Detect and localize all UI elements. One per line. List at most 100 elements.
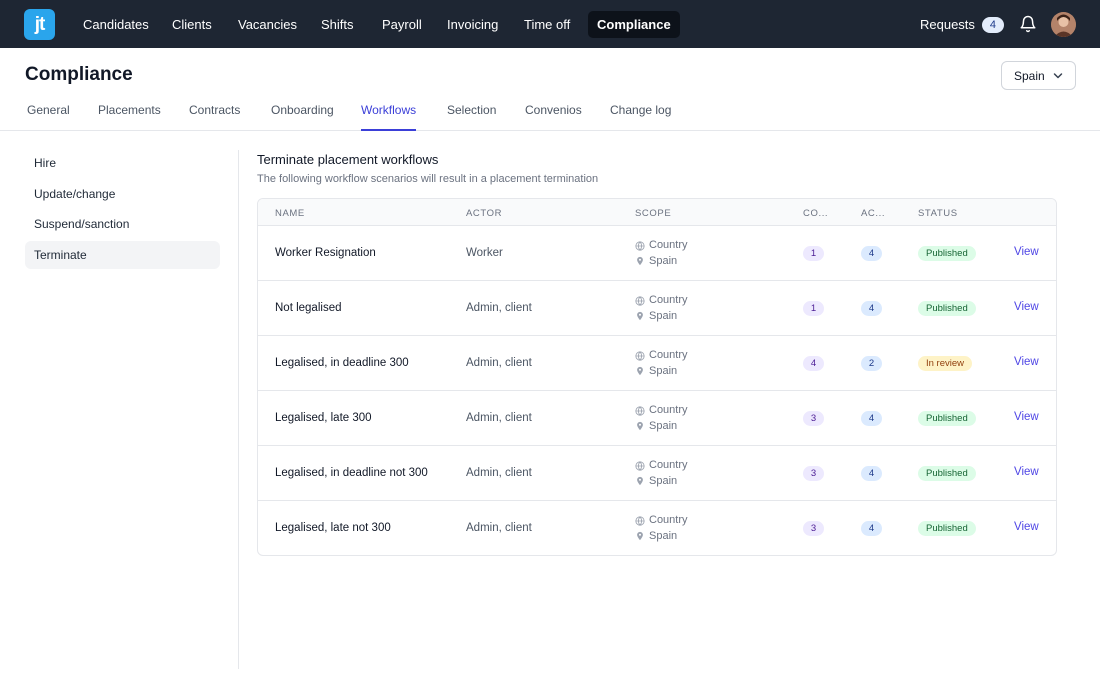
workflow-name: Legalised, late 300 [275, 412, 372, 424]
sidebar-item-terminate[interactable]: Terminate [25, 241, 220, 269]
table-row: Not legalised Admin, client Country Spain 1 4… [258, 281, 1056, 336]
co-count-badge: 1 [803, 301, 824, 316]
globe-icon [635, 461, 645, 471]
scope-location: Spain [649, 254, 678, 267]
workflow-actor: Admin, client [466, 357, 532, 369]
ac-count-badge: 2 [861, 356, 882, 371]
sidebar-item-suspend-sanction[interactable]: Suspend/sanction [25, 210, 220, 238]
scope-location: Spain [649, 474, 678, 487]
workflow-scope: Country Spain [635, 238, 688, 269]
scope-type: Country [649, 404, 688, 416]
workflow-actor: Admin, client [466, 412, 532, 424]
table-row: Legalised, in deadline not 300 Admin, cli… [258, 446, 1056, 501]
co-count-badge: 3 [803, 521, 824, 536]
scope-type: Country [649, 349, 688, 361]
tab-onboarding[interactable]: Onboarding [271, 103, 334, 131]
nav-item-time-off[interactable]: Time off [515, 11, 579, 38]
page-title: Compliance [25, 64, 133, 85]
table-row: Worker Resignation Worker Country Spain 1 4 Pu… [258, 226, 1056, 281]
tab-convenios[interactable]: Convenios [525, 103, 582, 131]
tab-placements[interactable]: Placements [98, 103, 161, 131]
ac-count-badge: 4 [861, 301, 882, 316]
ac-count-badge: 4 [861, 521, 882, 536]
column-header-name: Name [275, 208, 305, 219]
workflow-name: Worker Resignation [275, 247, 376, 259]
co-count-badge: 3 [803, 411, 824, 426]
view-link[interactable]: View [1014, 356, 1039, 368]
location-pin-icon [637, 257, 643, 266]
status-badge: Published [918, 521, 976, 536]
bell-icon[interactable] [1019, 15, 1037, 33]
nav-item-shifts[interactable]: Shifts [312, 11, 363, 38]
top-navigation: jt Candidates Clients Vacancies Shifts P… [0, 0, 1100, 48]
nav-item-compliance[interactable]: Compliance [588, 11, 680, 38]
scope-location: Spain [649, 364, 678, 377]
nav-item-vacancies[interactable]: Vacancies [229, 11, 306, 38]
view-link[interactable]: View [1014, 521, 1039, 533]
country-select-value: Spain [1014, 68, 1045, 83]
globe-icon [635, 351, 645, 361]
column-header-scope: Scope [635, 208, 672, 219]
workflow-scope: Country Spain [635, 513, 688, 544]
ac-count-badge: 4 [861, 411, 882, 426]
scope-location: Spain [649, 419, 678, 432]
globe-icon [635, 406, 645, 416]
workflow-actor: Admin, client [466, 302, 532, 314]
column-header-actor: Actor [466, 208, 503, 219]
globe-icon [635, 516, 645, 526]
ac-count-badge: 4 [861, 466, 882, 481]
section-title: Terminate placement workflows [257, 152, 439, 167]
scope-location: Spain [649, 309, 678, 322]
section-description: The following workflow scenarios will re… [257, 173, 599, 185]
status-badge: Published [918, 466, 976, 481]
table-row: Legalised, late not 300 Admin, client Coun… [258, 501, 1056, 555]
workflow-name: Legalised, in deadline not 300 [275, 467, 428, 479]
sidebar-item-hire[interactable]: Hire [25, 149, 220, 177]
view-link[interactable]: View [1014, 301, 1039, 313]
workflow-scope: Country Spain [635, 348, 688, 379]
view-link[interactable]: View [1014, 466, 1039, 478]
location-pin-icon [637, 312, 643, 321]
co-count-badge: 3 [803, 466, 824, 481]
workflow-scope: Country Spain [635, 458, 688, 489]
nav-item-candidates[interactable]: Candidates [74, 11, 158, 38]
nav-item-clients[interactable]: Clients [163, 11, 221, 38]
chevron-down-icon [1053, 73, 1063, 79]
globe-icon [635, 241, 645, 251]
user-avatar[interactable] [1051, 12, 1076, 37]
workflow-name: Legalised, late not 300 [275, 522, 391, 534]
tab-change-log[interactable]: Change log [610, 103, 671, 131]
app-logo[interactable]: jt [24, 9, 55, 40]
table-row: Legalised, in deadline 300 Admin, client C… [258, 336, 1056, 391]
table-row: Legalised, late 300 Admin, client Country S… [258, 391, 1056, 446]
sidebar-divider [238, 150, 239, 669]
location-pin-icon [637, 532, 643, 541]
column-header-ac: Ac... [861, 208, 886, 219]
tab-contracts[interactable]: Contracts [189, 103, 240, 131]
ac-count-badge: 4 [861, 246, 882, 261]
tab-general[interactable]: General [27, 103, 70, 131]
requests-link[interactable]: Requests 4 [920, 11, 1004, 38]
status-badge: Published [918, 411, 976, 426]
workflow-name: Not legalised [275, 302, 342, 314]
table-header: Name Actor Scope Co... Ac... Status [258, 199, 1056, 226]
sidebar-item-update-change[interactable]: Update/change [25, 180, 220, 208]
co-count-badge: 4 [803, 356, 824, 371]
nav-item-payroll[interactable]: Payroll [373, 11, 431, 38]
nav-item-invoicing[interactable]: Invoicing [438, 11, 507, 38]
tab-workflows[interactable]: Workflows [361, 103, 417, 131]
view-link[interactable]: View [1014, 411, 1039, 423]
view-link[interactable]: View [1014, 246, 1039, 258]
status-badge: In review [918, 356, 973, 371]
country-select[interactable]: Spain [1001, 61, 1076, 90]
tab-selection[interactable]: Selection [447, 103, 496, 131]
status-badge: Published [918, 246, 976, 261]
workflow-actor: Admin, client [466, 467, 532, 479]
requests-label: Requests [920, 17, 975, 32]
compliance-tabs: General Placements Contracts Onboarding … [0, 96, 1100, 131]
location-pin-icon [637, 422, 643, 431]
scope-type: Country [649, 459, 688, 471]
location-pin-icon [637, 477, 643, 486]
workflow-scope: Country Spain [635, 293, 688, 324]
location-pin-icon [637, 367, 643, 376]
